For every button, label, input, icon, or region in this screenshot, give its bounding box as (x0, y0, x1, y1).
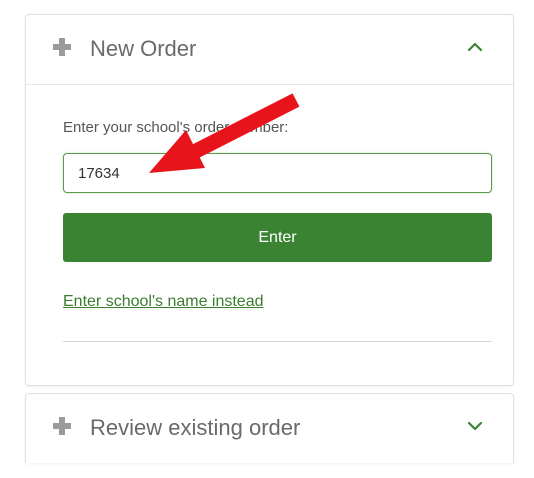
chevron-up-icon[interactable] (466, 40, 484, 54)
review-order-panel: Review existing order (25, 393, 514, 463)
new-order-title: New Order (90, 36, 197, 61)
enter-button[interactable]: Enter (63, 213, 492, 262)
enter-school-name-link[interactable]: Enter school's name instead (63, 293, 264, 311)
review-order-title: Review existing order (90, 415, 301, 440)
chevron-down-icon[interactable] (466, 419, 484, 433)
plus-icon (53, 417, 71, 435)
new-order-header[interactable]: New Order (26, 15, 513, 85)
review-order-header[interactable]: Review existing order (26, 394, 513, 464)
divider (63, 341, 492, 342)
order-number-label: Enter your school's order number: (63, 119, 289, 136)
order-number-input[interactable] (63, 153, 492, 193)
new-order-panel: New Order Enter your school's order numb… (25, 14, 514, 386)
plus-icon (53, 38, 71, 56)
